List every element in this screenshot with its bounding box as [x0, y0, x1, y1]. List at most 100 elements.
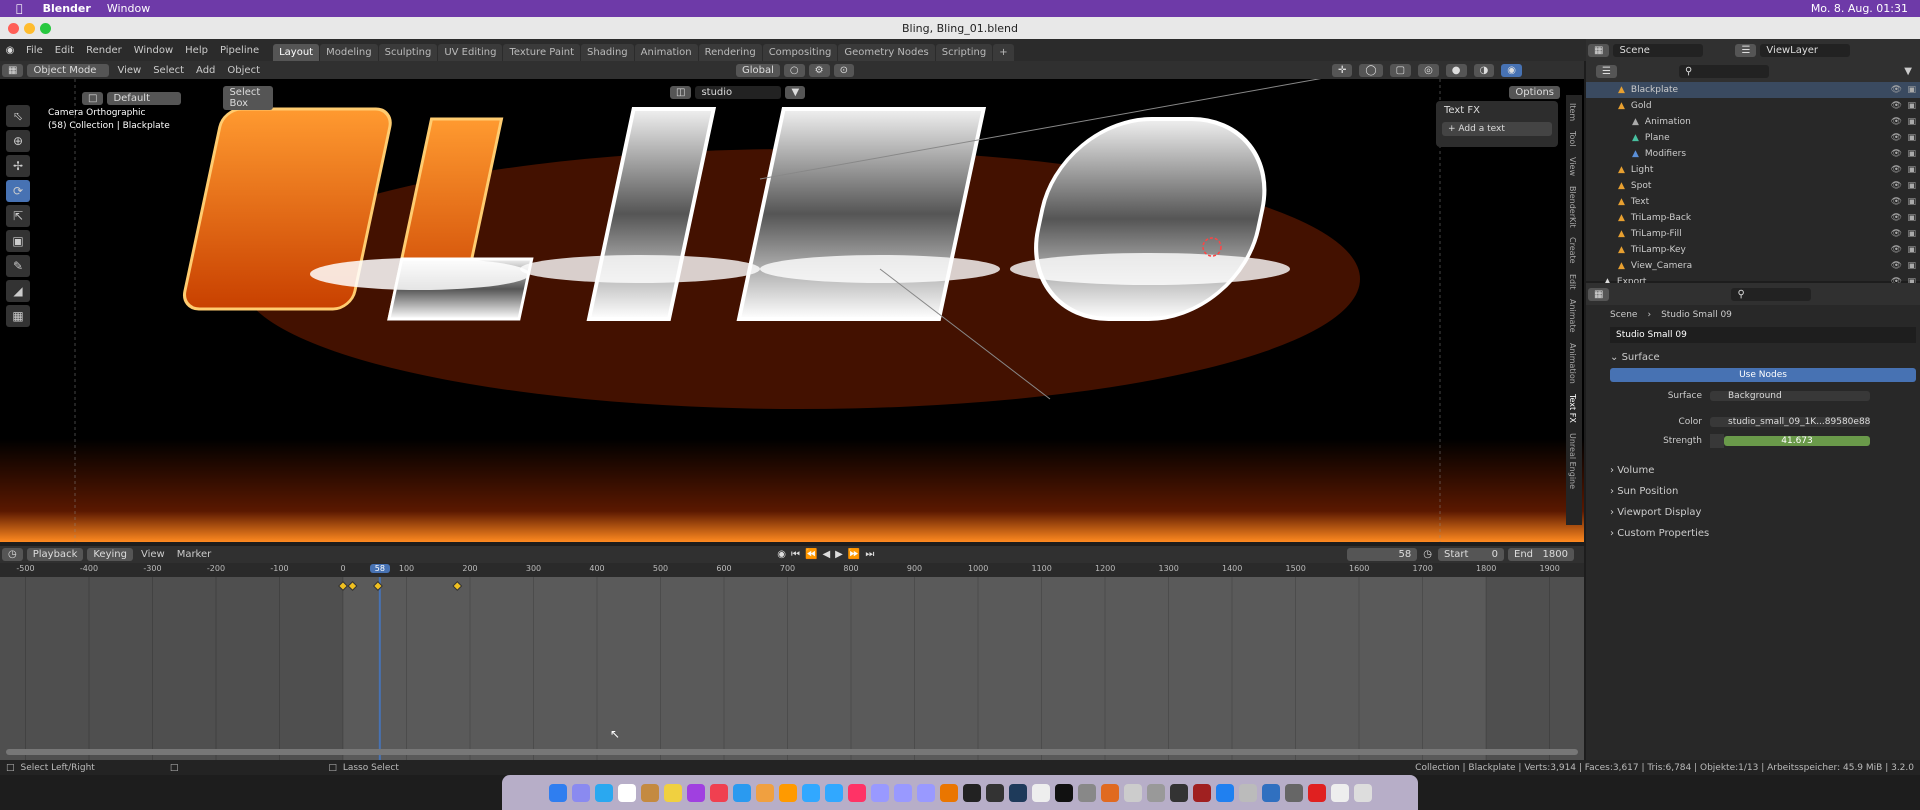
annotate-tool-icon[interactable]: ✎: [6, 255, 30, 277]
measure-tool-icon[interactable]: ◢: [6, 280, 30, 302]
illustrator-icon[interactable]: [778, 783, 797, 802]
properties-search-field[interactable]: ⚲: [1731, 287, 1812, 301]
tab-rendering[interactable]: Rendering: [698, 44, 762, 61]
cube-app-icon[interactable]: [1008, 783, 1027, 802]
menu-render[interactable]: Render: [80, 45, 128, 56]
timeline-menu-marker[interactable]: Marker: [171, 549, 218, 560]
apple-icon[interactable]: : [16, 2, 23, 15]
menu-window[interactable]: Window: [128, 45, 179, 56]
view-filter-icon[interactable]: ◫: [670, 86, 692, 99]
indesign-icon[interactable]: [847, 783, 866, 802]
sidebar-tab-unreal[interactable]: Unreal Engine: [1566, 431, 1579, 491]
cursor-tool-icon[interactable]: ⊕: [6, 130, 30, 152]
screenshot-icon[interactable]: [1146, 783, 1165, 802]
custom-properties-panel-header[interactable]: › Custom Properties: [1586, 523, 1920, 544]
film-app-icon[interactable]: [1169, 783, 1188, 802]
calendar-icon[interactable]: [617, 783, 636, 802]
render-visibility-icon[interactable]: ▣: [1907, 181, 1916, 191]
default-dropdown[interactable]: Default: [107, 91, 182, 105]
end-frame-field[interactable]: End 1800: [1508, 548, 1574, 561]
minimize-window-button[interactable]: [24, 23, 35, 34]
scene-selector[interactable]: Scene: [1613, 43, 1704, 57]
strength-slider[interactable]: 41.673: [1724, 436, 1870, 446]
world-name-field[interactable]: Studio Small 09: [1610, 327, 1916, 343]
timeline-editor-type[interactable]: ◷: [2, 548, 23, 561]
outliner-row[interactable]: ▲ Plane 👁 ▣: [1586, 130, 1920, 146]
material-shading-button[interactable]: ◑: [1473, 63, 1495, 77]
rendered-shading-button[interactable]: ◉: [1501, 63, 1522, 77]
color-texture-field[interactable]: studio_small_09_1K...89580e88b9d9.exr: [1710, 417, 1870, 427]
render-visibility-icon[interactable]: ▣: [1907, 197, 1916, 207]
xray-toggle[interactable]: ▢: [1389, 63, 1412, 77]
render-visibility-icon[interactable]: ▣: [1907, 117, 1916, 127]
animate-icon[interactable]: [916, 783, 935, 802]
render-visibility-icon[interactable]: ▣: [1907, 229, 1916, 239]
calculator-icon[interactable]: [1123, 783, 1142, 802]
start-frame-field[interactable]: Start 0: [1438, 548, 1504, 561]
lightroom-icon[interactable]: [824, 783, 843, 802]
finder-icon[interactable]: [548, 783, 567, 802]
viewport-menu-add[interactable]: Add: [190, 65, 221, 76]
visibility-icon[interactable]: 👁: [1891, 165, 1902, 175]
add-workspace-button[interactable]: +: [993, 44, 1014, 61]
add-text-button[interactable]: + Add a text: [1442, 122, 1552, 136]
sidebar-tab-create[interactable]: Create: [1566, 235, 1579, 266]
transform-orientation-dropdown[interactable]: Global: [736, 63, 780, 77]
menu-file[interactable]: File: [20, 45, 49, 56]
timeline-ruler[interactable]: -500 -400 -300 -200 -100 0 58 100 200 300 400 500 60…: [0, 563, 1584, 577]
outliner-row[interactable]: ▲ Text 👁 ▣: [1586, 194, 1920, 210]
tab-shading[interactable]: Shading: [581, 44, 634, 61]
outliner-row[interactable]: ▲ Blackplate 👁 ▣: [1586, 82, 1920, 98]
surface-panel-header[interactable]: ⌄ Surface: [1586, 347, 1920, 368]
rotate-tool-icon[interactable]: ⟳: [6, 180, 30, 202]
render-visibility-icon[interactable]: ▣: [1907, 165, 1916, 175]
timeline-area[interactable]: ↖: [0, 577, 1584, 760]
sidebar-tab-animation[interactable]: Animation: [1566, 341, 1579, 386]
tab-layout[interactable]: Layout: [273, 44, 320, 61]
sidebar-tab-item[interactable]: Item: [1566, 101, 1579, 123]
visibility-icon[interactable]: 👁: [1891, 133, 1902, 143]
jump-keyframe-back-icon[interactable]: ⏪: [805, 549, 817, 560]
outliner-row[interactable]: ▲ Animation 👁 ▣: [1586, 114, 1920, 130]
use-nodes-button[interactable]: Use Nodes: [1610, 368, 1916, 382]
notes-icon[interactable]: [640, 783, 659, 802]
outliner-filter-icon[interactable]: ▼: [1904, 66, 1912, 77]
sidebar-tab-view[interactable]: View: [1566, 155, 1579, 178]
options-button[interactable]: Options: [1509, 86, 1560, 99]
breadcrumb-world[interactable]: Studio Small 09: [1661, 310, 1732, 320]
safari-icon[interactable]: [594, 783, 613, 802]
render-visibility-icon[interactable]: ▣: [1907, 213, 1916, 223]
move-tool-icon[interactable]: ✢: [6, 155, 30, 177]
viewport-menu-view[interactable]: View: [111, 65, 147, 76]
visibility-icon[interactable]: 👁: [1891, 261, 1902, 271]
terminal-icon[interactable]: [1054, 783, 1073, 802]
keying-dropdown[interactable]: Keying: [87, 548, 133, 561]
outliner-row[interactable]: ▲ Modifiers 👁 ▣: [1586, 146, 1920, 162]
app-store-icon[interactable]: [732, 783, 751, 802]
davinci-icon[interactable]: [1100, 783, 1119, 802]
unity-icon[interactable]: [985, 783, 1004, 802]
jump-keyframe-forward-icon[interactable]: ⏩: [848, 549, 860, 560]
jump-start-icon[interactable]: ⏮: [791, 549, 800, 560]
visibility-icon[interactable]: 👁: [1891, 213, 1902, 223]
photoshop-icon[interactable]: [801, 783, 820, 802]
outliner-row[interactable]: ▲ TriLamp-Fill 👁 ▣: [1586, 226, 1920, 242]
podcasts-icon[interactable]: [686, 783, 705, 802]
visibility-icon[interactable]: 👁: [1891, 197, 1902, 207]
sidebar-tab-tool[interactable]: Tool: [1566, 129, 1579, 149]
scale-tool-icon[interactable]: ⇱: [6, 205, 30, 227]
sidebar-tab-blenderkit[interactable]: BlenderKit: [1566, 184, 1579, 230]
downloads-folder-icon[interactable]: [1330, 783, 1349, 802]
launchpad-icon[interactable]: [571, 783, 590, 802]
surface-dropdown[interactable]: Background: [1710, 391, 1870, 401]
sun-position-panel-header[interactable]: › Sun Position: [1586, 481, 1920, 502]
overlay-toggle[interactable]: ◯: [1359, 63, 1383, 77]
menu-help[interactable]: Help: [179, 45, 214, 56]
select-box-dropdown[interactable]: Select Box: [223, 86, 274, 110]
playback-dropdown[interactable]: Playback: [26, 548, 84, 561]
outliner-row[interactable]: ▲ TriLamp-Key 👁 ▣: [1586, 242, 1920, 258]
render-visibility-icon[interactable]: ▣: [1907, 133, 1916, 143]
visibility-icon[interactable]: 👁: [1891, 117, 1902, 127]
render-visibility-icon[interactable]: ▣: [1907, 101, 1916, 111]
filter-icon[interactable]: ▼: [785, 86, 806, 99]
